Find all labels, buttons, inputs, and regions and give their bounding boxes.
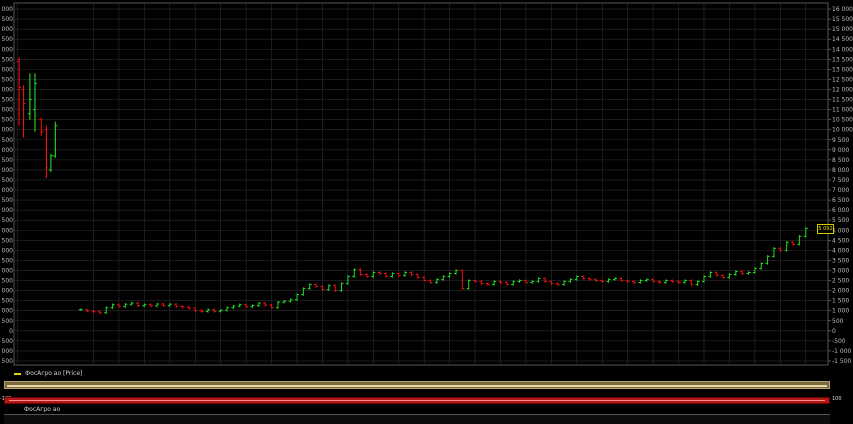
y-tick-label-right: 10 000 xyxy=(832,127,853,134)
y-tick-label-left: 500 xyxy=(2,117,14,124)
y-tick-label-right: 7 500 xyxy=(832,177,849,184)
y-tick-label-right: 14 500 xyxy=(832,36,853,43)
y-tick-label-right: 8 500 xyxy=(832,157,849,164)
y-tick-label-right: 16 000 xyxy=(832,6,853,13)
y-axis-left: 500 000 500 0 500 000 500 000 500 000 500 000 500 000… xyxy=(2,6,14,365)
y-tick-label-left: 000 xyxy=(2,6,14,13)
y-tick-label-right: -500 xyxy=(832,338,846,345)
navigator-range[interactable] xyxy=(9,400,825,401)
y-tick-label-right: -1 000 xyxy=(832,348,852,355)
y-tick-label-left: 000 xyxy=(2,247,14,254)
y-tick-label-left: 000 xyxy=(2,227,14,234)
y-tick-label-left: 000 xyxy=(2,86,14,93)
y-tick-label-right: 6 000 xyxy=(832,207,849,214)
last-price-label: 5 092 xyxy=(817,224,834,234)
legend-label: ФосАгро ао [Price] xyxy=(25,370,83,377)
y-tick-label-left: 000 xyxy=(2,26,14,33)
y-tick-label-right: 1 000 xyxy=(832,308,849,315)
y-tick-label-right: 4 500 xyxy=(832,237,849,244)
subchart-label: ФосАгро ао xyxy=(24,406,61,413)
y-tick-label-left: 500 xyxy=(2,338,14,345)
y-tick-label-right: 15 000 xyxy=(832,26,853,33)
y-tick-label-left: 500 xyxy=(2,278,14,285)
y-tick-label-right: 3 500 xyxy=(832,257,849,264)
chart-legend: ФосАгро ао [Price] xyxy=(14,369,82,378)
y-tick-label-left: 000 xyxy=(2,66,14,73)
y-tick-label-right: 1 500 xyxy=(832,298,849,305)
y-tick-label-right: 13 000 xyxy=(832,66,853,73)
y-tick-label-left: 500 xyxy=(2,76,14,83)
y-tick-label-left: 500 xyxy=(2,197,14,204)
y-tick-label-left: 500 xyxy=(2,137,14,144)
y-tick-label-left: 000 xyxy=(2,348,14,355)
y-tick-label-left: 000 xyxy=(2,288,14,295)
y-tick-label-right: -1 500 xyxy=(832,358,852,365)
y-tick-label-right: 9 500 xyxy=(832,137,849,144)
y-tick-label-left: 500 xyxy=(2,16,14,23)
y-tick-label-left: 500 xyxy=(2,177,14,184)
y-tick-label-right: 12 000 xyxy=(832,86,853,93)
y-tick-label-left: 000 xyxy=(2,167,14,174)
y-tick-label-left: 000 xyxy=(2,308,14,315)
navigator-right-label: 100 xyxy=(832,396,842,402)
y-tick-label-left: 500 xyxy=(2,318,14,325)
y-tick-label-right: 7 000 xyxy=(832,187,849,194)
scrollbar-thumb[interactable] xyxy=(7,385,827,387)
y-tick-label-right: 5 000 xyxy=(832,227,849,234)
y-tick-label-right: 12 500 xyxy=(832,76,853,83)
y-tick-label-left: 500 xyxy=(2,358,14,365)
y-tick-label-right: 11 000 xyxy=(832,107,853,114)
y-tick-label-left: 500 xyxy=(2,157,14,164)
y-tick-label-right: 11 500 xyxy=(832,97,853,104)
y-tick-label-right: 2 500 xyxy=(832,278,849,285)
y-tick-label-left: 500 xyxy=(2,237,14,244)
y-tick-label-right: 3 000 xyxy=(832,267,849,274)
y-tick-label-left: 500 xyxy=(2,36,14,43)
y-tick-label-left: 000 xyxy=(2,107,14,114)
legend-swatch xyxy=(14,372,21,375)
y-tick-label-right: 2 000 xyxy=(832,288,849,295)
y-tick-label-right: 4 000 xyxy=(832,247,849,254)
y-tick-label-left: 000 xyxy=(2,207,14,214)
y-tick-label-left: 500 xyxy=(2,56,14,63)
chart-frame: 5000005000500000500000500000500000500000… xyxy=(2,2,853,423)
y-tick-label-left: 000 xyxy=(2,187,14,194)
y-tick-label-right: 9 000 xyxy=(832,147,849,154)
y-tick-label-right: 500 xyxy=(832,318,844,325)
y-tick-label-right: 15 500 xyxy=(832,16,853,23)
y-tick-label-left: 0 xyxy=(9,328,13,335)
y-tick-label-left: 500 xyxy=(2,298,14,305)
y-tick-label-right: 5 500 xyxy=(832,217,849,224)
navigator-bar[interactable] xyxy=(4,397,830,404)
horizontal-scrollbar[interactable] xyxy=(4,381,830,389)
y-tick-label-right: 14 000 xyxy=(832,46,853,53)
y-tick-label-right: 13 500 xyxy=(832,56,853,63)
y-tick-label-right: 0 xyxy=(832,328,836,335)
y-tick-label-left: 500 xyxy=(2,217,14,224)
y-tick-label-right: 8 000 xyxy=(832,167,849,174)
y-tick-label-right: 10 500 xyxy=(832,117,853,124)
y-tick-label-right: 6 500 xyxy=(832,197,849,204)
y-tick-label-left: 500 xyxy=(2,257,14,264)
y-tick-label-left: 000 xyxy=(2,267,14,274)
y-axis-right: -1 500 -1 000 -500 0 500 1 000 1 500 2 000 2 500… xyxy=(828,6,853,365)
y-tick-label-left: 500 xyxy=(2,97,14,104)
y-tick-label-left: 000 xyxy=(2,147,14,154)
y-tick-label-left: 000 xyxy=(2,127,14,134)
y-tick-label-left: 000 xyxy=(2,46,14,53)
